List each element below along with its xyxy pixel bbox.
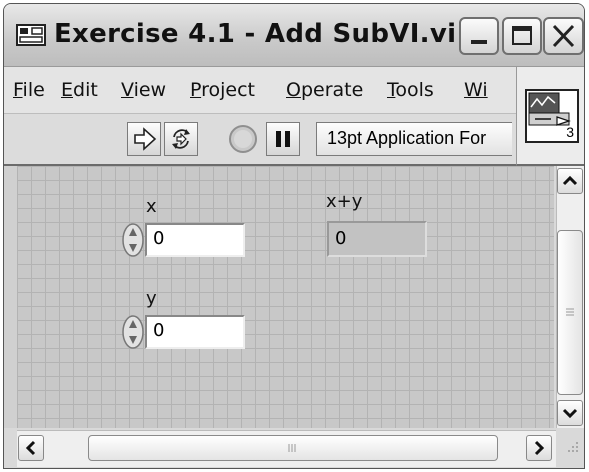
control-x-label: x [146, 196, 157, 217]
control-y-label: y [146, 288, 157, 309]
chevron-right-icon [534, 440, 545, 456]
front-panel[interactable]: x 0 y 0 x+y 0 [17, 166, 554, 428]
text-settings-dropdown[interactable]: 13pt Application For [316, 122, 512, 156]
scroll-down-button[interactable] [557, 400, 583, 426]
scroll-right-button[interactable] [526, 435, 552, 461]
menu-bar: File Edit View Project Operate Tools Wi [4, 67, 516, 114]
menu-window[interactable]: Wi [464, 79, 488, 101]
close-icon [552, 24, 575, 48]
close-button[interactable] [543, 17, 584, 55]
vi-window: Exercise 4.1 - Add SubVI.vi ... File Edi… [3, 3, 585, 469]
control-y-increment[interactable] [121, 314, 145, 350]
toolbar: 13pt Application For [4, 114, 516, 166]
minimize-button[interactable] [459, 17, 499, 55]
chevron-left-icon [25, 440, 36, 456]
vertical-scrollbar[interactable] [556, 166, 584, 428]
menu-edit[interactable]: Edit [61, 79, 98, 101]
control-y-field[interactable]: 0 [145, 315, 245, 349]
chevron-down-icon [562, 408, 578, 419]
menu-operate[interactable]: Operate [286, 79, 363, 101]
window-title: Exercise 4.1 - Add SubVI.vi ... [54, 19, 497, 49]
run-arrow-icon [134, 127, 157, 151]
vertical-scroll-thumb[interactable] [557, 230, 583, 395]
run-continuously-button[interactable] [164, 122, 198, 156]
run-button[interactable] [127, 122, 161, 156]
menu-view[interactable]: View [121, 79, 166, 101]
indicator-sum-field: 0 [327, 221, 427, 257]
pause-button[interactable] [266, 122, 300, 156]
control-x-increment[interactable] [121, 222, 145, 258]
title-bar[interactable]: Exercise 4.1 - Add SubVI.vi ... [4, 4, 584, 67]
panel-left-gutter [4, 166, 17, 428]
abort-execution-icon [229, 125, 257, 153]
scroll-left-button[interactable] [18, 435, 44, 461]
terminal-count: 3 [566, 124, 574, 140]
horizontal-scroll-thumb[interactable] [88, 435, 498, 461]
scroll-up-button[interactable] [557, 168, 583, 194]
run-continuously-icon [172, 129, 190, 149]
pause-icon [276, 131, 290, 147]
resize-grip-icon[interactable] [560, 436, 582, 460]
maximize-icon [512, 26, 532, 45]
connector-pane[interactable]: 3 [516, 67, 584, 166]
minimize-icon [471, 40, 487, 44]
menu-file[interactable]: File [13, 79, 45, 101]
menu-project[interactable]: Project [190, 79, 255, 101]
labview-vi-icon [16, 24, 46, 46]
indicator-sum-label: x+y [326, 191, 363, 212]
grip-icon [288, 444, 296, 452]
maximize-button[interactable] [502, 17, 542, 55]
abort-execution-button[interactable] [226, 122, 260, 156]
control-x-field[interactable]: 0 [145, 223, 245, 257]
grip-icon [566, 308, 574, 316]
horizontal-scrollbar[interactable] [17, 430, 556, 467]
chevron-up-icon [562, 175, 578, 186]
menu-tools[interactable]: Tools [387, 79, 434, 101]
vi-icon[interactable]: 3 [525, 89, 579, 143]
